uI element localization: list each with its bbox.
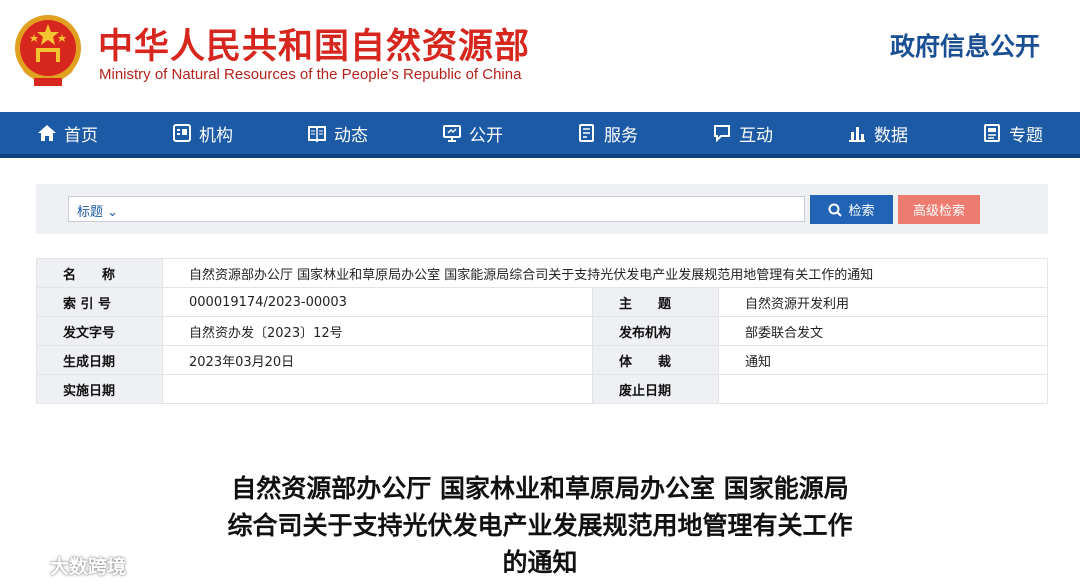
index-label: 索 引 号 [36,287,163,317]
table-row: 索 引 号 000019174/2023-00003 主 题 自然资源开发利用 [36,287,1048,317]
org-icon [173,124,191,142]
nav-label: 公开 [469,125,503,146]
topic-icon [984,124,1000,142]
subject-label: 主 题 [592,287,719,317]
site-title-english: Ministry of Natural Resources of the Peo… [99,66,522,83]
genre-value: 通知 [718,345,1048,375]
nav-item-data[interactable]: 数据 [810,112,945,154]
monitor-icon [443,125,461,142]
subject-value: 自然资源开发利用 [718,287,1048,317]
table-row: 发文字号 自然资办发〔2023〕12号 发布机构 部委联合发文 [36,316,1048,346]
search-bar: 标题 ⌄ 检索 高级检索 [36,184,1048,234]
site-title[interactable]: 中华人民共和国自然资源部 [98,18,530,69]
name-value: 自然资源部办公厅 国家林业和草原局办公室 国家能源局综合司关于支持光伏发电产业发… [162,258,1048,288]
search-button-label: 检索 [848,204,875,219]
document-metadata-table: 名 称 自然资源部办公厅 国家林业和草原局办公室 国家能源局综合司关于支持光伏发… [36,258,1048,404]
watermark: 大数跨境 [6,552,126,579]
nav-label: 机构 [199,125,233,146]
docno-label: 发文字号 [36,316,163,346]
chevron-down-icon: ⌄ [107,205,119,220]
effective-date-label: 实施日期 [36,374,163,404]
table-row: 生成日期 2023年03月20日 体 裁 通知 [36,345,1048,375]
nav-item-public[interactable]: 公开 [405,112,540,154]
chat-icon [714,125,730,143]
book-icon [308,126,326,143]
nav-label: 首页 [64,125,98,146]
search-button[interactable]: 检索 [810,195,893,224]
expire-date-label: 废止日期 [592,374,719,404]
nav-item-news[interactable]: 动态 [270,112,405,154]
nav-item-interact[interactable]: 互动 [675,112,810,154]
watermark-logo-icon [6,557,46,574]
nav-item-org[interactable]: 机构 [135,112,270,154]
main-nav: 首页 机构 动态 公开 服务 互动 数据 专题 [0,112,1080,158]
search-select-label: 标题 [77,205,104,220]
nav-item-topic[interactable]: 专题 [945,112,1080,154]
advanced-search-button[interactable]: 高级检索 [898,195,980,224]
search-field-select[interactable]: 标题 ⌄ [77,201,118,220]
home-icon [38,125,56,141]
table-row: 名 称 自然资源部办公厅 国家林业和草原局办公室 国家能源局综合司关于支持光伏发… [36,258,1048,288]
nav-item-service[interactable]: 服务 [540,112,675,154]
issuer-label: 发布机构 [592,316,719,346]
genre-label: 体 裁 [592,345,719,375]
site-header: 中华人民共和国自然资源部 Ministry of Natural Resourc… [0,0,1080,112]
search-input[interactable]: 标题 ⌄ [68,196,805,222]
nav-item-home[interactable]: 首页 [0,112,135,154]
document-title-line: 的通知 [502,548,578,577]
national-emblem-icon[interactable] [12,12,84,90]
document-icon [579,124,594,142]
table-row: 实施日期 废止日期 [36,374,1048,404]
nav-label: 专题 [1009,125,1043,146]
date-label: 生成日期 [36,345,163,375]
nav-label: 动态 [334,125,368,146]
document-title-line: 自然资源部办公厅 国家林业和草原局办公室 国家能源局 [231,474,849,503]
document-title-line: 综合司关于支持光伏发电产业发展规范用地管理有关工作 [227,511,853,540]
effective-date-value [162,374,593,404]
search-icon [828,203,843,217]
nav-label: 互动 [739,125,773,146]
issuer-value: 部委联合发文 [718,316,1048,346]
bar-chart-icon [849,127,865,142]
expire-date-value [718,374,1048,404]
gov-info-heading[interactable]: 政府信息公开 [890,27,1040,63]
date-value: 2023年03月20日 [162,345,593,375]
index-value: 000019174/2023-00003 [162,287,593,317]
nav-label: 数据 [874,125,908,146]
docno-value: 自然资办发〔2023〕12号 [162,316,593,346]
document-title: 自然资源部办公厅 国家林业和草原局办公室 国家能源局 综合司关于支持光伏发电产业… [0,470,1080,581]
name-label: 名 称 [36,258,163,288]
nav-label: 服务 [604,125,638,146]
watermark-text: 大数跨境 [50,556,127,578]
